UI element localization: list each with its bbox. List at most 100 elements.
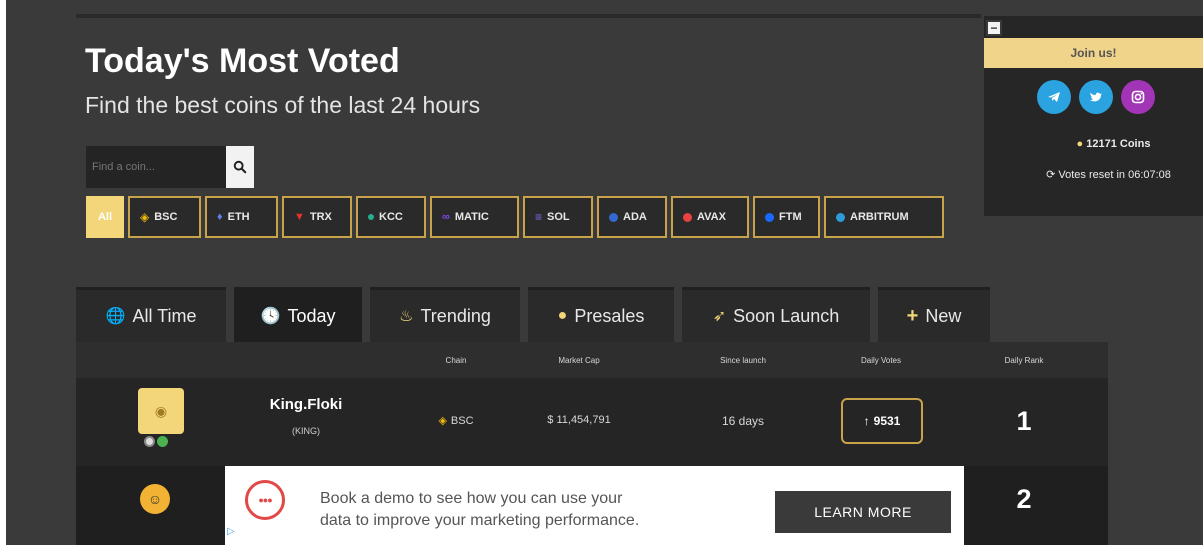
clock-icon: 🕓: [260, 308, 281, 325]
telegram-icon: [1048, 92, 1060, 102]
ad-choices-icon[interactable]: ▷: [227, 526, 235, 537]
advertisement-banner[interactable]: ●●● Book a demo to see how you can use y…: [225, 466, 964, 545]
daily-rank: 2: [1016, 484, 1032, 514]
tab-label: Today: [287, 305, 336, 326]
votes-reset-text: Votes reset in 06:07:08: [1058, 169, 1171, 181]
tab-all-time[interactable]: 🌐 All Time: [76, 287, 226, 342]
coin-chain: ◈ BSC: [438, 414, 473, 428]
arrow-up-icon: ↑: [863, 414, 870, 428]
learn-more-button[interactable]: LEARN MORE: [775, 491, 951, 533]
tab-trending[interactable]: ♨ Trending: [370, 287, 520, 342]
twitter-icon: [1090, 92, 1102, 102]
chain-label: TRX: [309, 211, 332, 223]
instagram-link[interactable]: [1121, 80, 1155, 114]
tab-bar: 🌐 All Time 🕓 Today ♨ Trending ● Presales…: [76, 287, 990, 342]
table-row[interactable]: ◉ King.Floki (KING) ◈ BSC $ 11,454,791 1…: [76, 378, 1108, 466]
collapse-button[interactable]: −: [986, 20, 1002, 36]
chain-filter-arbitrum[interactable]: ARBITRUM: [824, 196, 944, 238]
vote-button[interactable]: ↑ 9531: [841, 398, 923, 444]
kyc-badge-icon: [157, 436, 168, 447]
top-divider: [76, 14, 981, 18]
bsc-icon: ◈: [438, 415, 447, 427]
tab-presales[interactable]: ● Presales: [528, 287, 674, 342]
page-title: Today's Most Voted: [85, 42, 400, 80]
chain-filter-kcc[interactable]: KCC: [356, 196, 426, 238]
join-us-label: Join us!: [984, 38, 1203, 68]
tab-today[interactable]: 🕓 Today: [234, 287, 362, 342]
search-input[interactable]: [86, 146, 226, 188]
sol-icon: ≡: [535, 210, 543, 224]
chain-filter-bsc[interactable]: ◈ BSC: [128, 196, 201, 238]
money-bag-icon: ●: [557, 307, 568, 324]
avax-icon: [683, 212, 692, 222]
coin-logo: ◉: [138, 388, 184, 434]
chain-label: AVAX: [697, 211, 726, 223]
tab-label: Presales: [574, 305, 645, 326]
since-launch: 16 days: [721, 414, 765, 428]
chain-filter-avax[interactable]: AVAX: [671, 196, 749, 238]
daily-rank: 1: [1016, 406, 1032, 436]
ad-logo-icon: ●●●: [245, 480, 285, 520]
search-bar: [86, 146, 254, 188]
chain-filter-trx[interactable]: ▼ TRX: [282, 196, 352, 238]
eth-icon: ♦: [217, 211, 223, 223]
tab-label: Soon Launch: [733, 305, 840, 326]
chain-filter-matic[interactable]: ∞ MATIC: [430, 196, 519, 238]
fire-icon: ♨: [399, 308, 414, 325]
coins-count-text: 12171 Coins: [1086, 138, 1151, 150]
table-header: Chain Market Cap Since launch Daily Vote…: [76, 356, 1108, 376]
market-cap: $ 11,454,791: [547, 414, 611, 426]
chain-label: MATIC: [454, 211, 489, 223]
coin-symbol: (KING): [292, 426, 320, 436]
chain-label: KCC: [379, 211, 403, 223]
join-us-panel: − Join us! ● 12171 Coins ⟳ Votes reset i…: [984, 16, 1203, 216]
coins-count: ● 12171 Coins: [984, 138, 1203, 150]
trx-icon: ▼: [294, 211, 305, 223]
page-subtitle: Find the best coins of the last 24 hours: [85, 92, 481, 118]
tab-soon-launch[interactable]: ➶ Soon Launch: [682, 287, 870, 342]
tab-new[interactable]: + New: [878, 287, 990, 342]
instagram-icon: [1131, 90, 1145, 104]
search-button[interactable]: [226, 146, 254, 188]
header-since-launch: Since launch: [720, 356, 766, 365]
chain-label: ETH: [227, 211, 250, 223]
avatar-face-icon: ☺: [147, 491, 163, 507]
chain-filter-ftm[interactable]: FTM: [753, 196, 820, 238]
vote-count: 9531: [873, 414, 901, 428]
chain-label: ARBITRUM: [850, 211, 909, 223]
tab-label: All Time: [132, 305, 197, 326]
header-daily-votes: Daily Votes: [860, 356, 902, 365]
coin-logo: ☺: [140, 484, 170, 514]
kcc-icon: [368, 214, 374, 220]
audit-badge-icon: [144, 436, 155, 447]
page: Today's Most Voted Find the best coins o…: [6, 0, 1203, 545]
search-icon: [233, 160, 247, 174]
coin-name[interactable]: King.Floki: [270, 396, 343, 413]
chain-filter-ada[interactable]: ADA: [597, 196, 667, 238]
ad-text-line2: data to improve your marketing performan…: [320, 512, 640, 529]
rocket-icon: ➶: [712, 308, 727, 325]
dog-icon: ◉: [154, 402, 168, 419]
telegram-link[interactable]: [1037, 80, 1071, 114]
globe-icon: 🌐: [105, 308, 126, 325]
chain-filter-eth[interactable]: ♦ ETH: [205, 196, 278, 238]
matic-icon: ∞: [442, 211, 450, 223]
chain-filter: All ◈ BSC ♦ ETH ▼ TRX KCC ∞ MATIC ≡ SOL …: [86, 196, 944, 238]
tab-label: New: [925, 305, 962, 326]
ada-icon: [609, 212, 618, 222]
refresh-icon: ⟳: [1046, 169, 1056, 181]
bsc-icon: ◈: [140, 210, 150, 224]
chain-filter-all[interactable]: All: [86, 196, 124, 238]
chain-filter-sol[interactable]: ≡ SOL: [523, 196, 593, 238]
twitter-link[interactable]: [1079, 80, 1113, 114]
chain-label: FTM: [779, 211, 802, 223]
chain-label: SOL: [547, 211, 570, 223]
tab-label: Trending: [420, 305, 491, 326]
header-chain: Chain: [445, 356, 467, 365]
votes-reset: ⟳ Votes reset in 06:07:08: [984, 168, 1203, 181]
ad-text-line1: Book a demo to see how you can use your: [320, 490, 623, 507]
header-market-cap: Market Cap: [558, 356, 600, 365]
chain-label: ADA: [623, 211, 647, 223]
chain-label: BSC: [154, 211, 178, 223]
social-links: [1037, 80, 1155, 114]
